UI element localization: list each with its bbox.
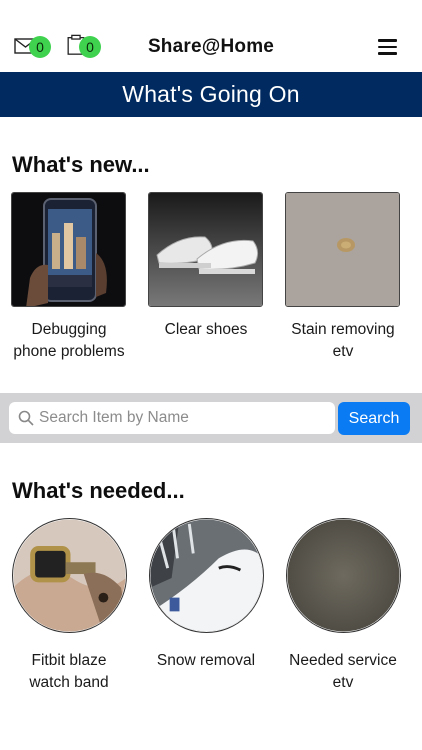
whats-needed-card-snow[interactable]: Snow removal — [148, 518, 264, 672]
shoes-photo[interactable] — [148, 192, 263, 307]
app-title: Share@Home — [147, 36, 275, 57]
whats-new-card-stain[interactable]: Stain removing etv — [285, 192, 401, 363]
search-field[interactable] — [9, 402, 335, 434]
snow-photo[interactable] — [148, 518, 264, 633]
search-bar: Search — [0, 393, 422, 443]
fabric-photo[interactable] — [285, 518, 401, 633]
whats-needed-heading: What's needed... — [12, 478, 185, 503]
search-icon — [18, 410, 34, 426]
search-input[interactable] — [39, 402, 329, 434]
top-bar: 0 0 Share@Home — [0, 0, 422, 72]
whats-needed-label: Fitbit blaze watch band — [29, 652, 109, 691]
whats-needed-card-fabric[interactable]: Needed service etv — [285, 518, 401, 694]
watch-photo[interactable] — [11, 518, 127, 633]
whats-new-card-phone[interactable]: Debugging phone problems — [11, 192, 127, 363]
whats-new-card-shoes[interactable]: Clear shoes — [148, 192, 264, 341]
search-button[interactable]: Search — [338, 402, 410, 435]
section-banner: What's Going On — [0, 72, 422, 117]
whats-new-label: Clear shoes — [164, 321, 248, 338]
whats-needed-label: Needed service etv — [289, 652, 397, 691]
whats-new-label: Debugging phone problems — [13, 321, 125, 360]
whats-needed-label: Snow removal — [156, 652, 256, 669]
whats-new-label: Stain removing etv — [291, 321, 395, 360]
phone-photo[interactable] — [11, 192, 126, 307]
whats-needed-card-watch[interactable]: Fitbit blaze watch band — [11, 518, 127, 694]
hamburger-menu-icon[interactable] — [378, 39, 398, 55]
stain-photo[interactable] — [285, 192, 400, 307]
whats-new-heading: What's new... — [12, 152, 150, 177]
